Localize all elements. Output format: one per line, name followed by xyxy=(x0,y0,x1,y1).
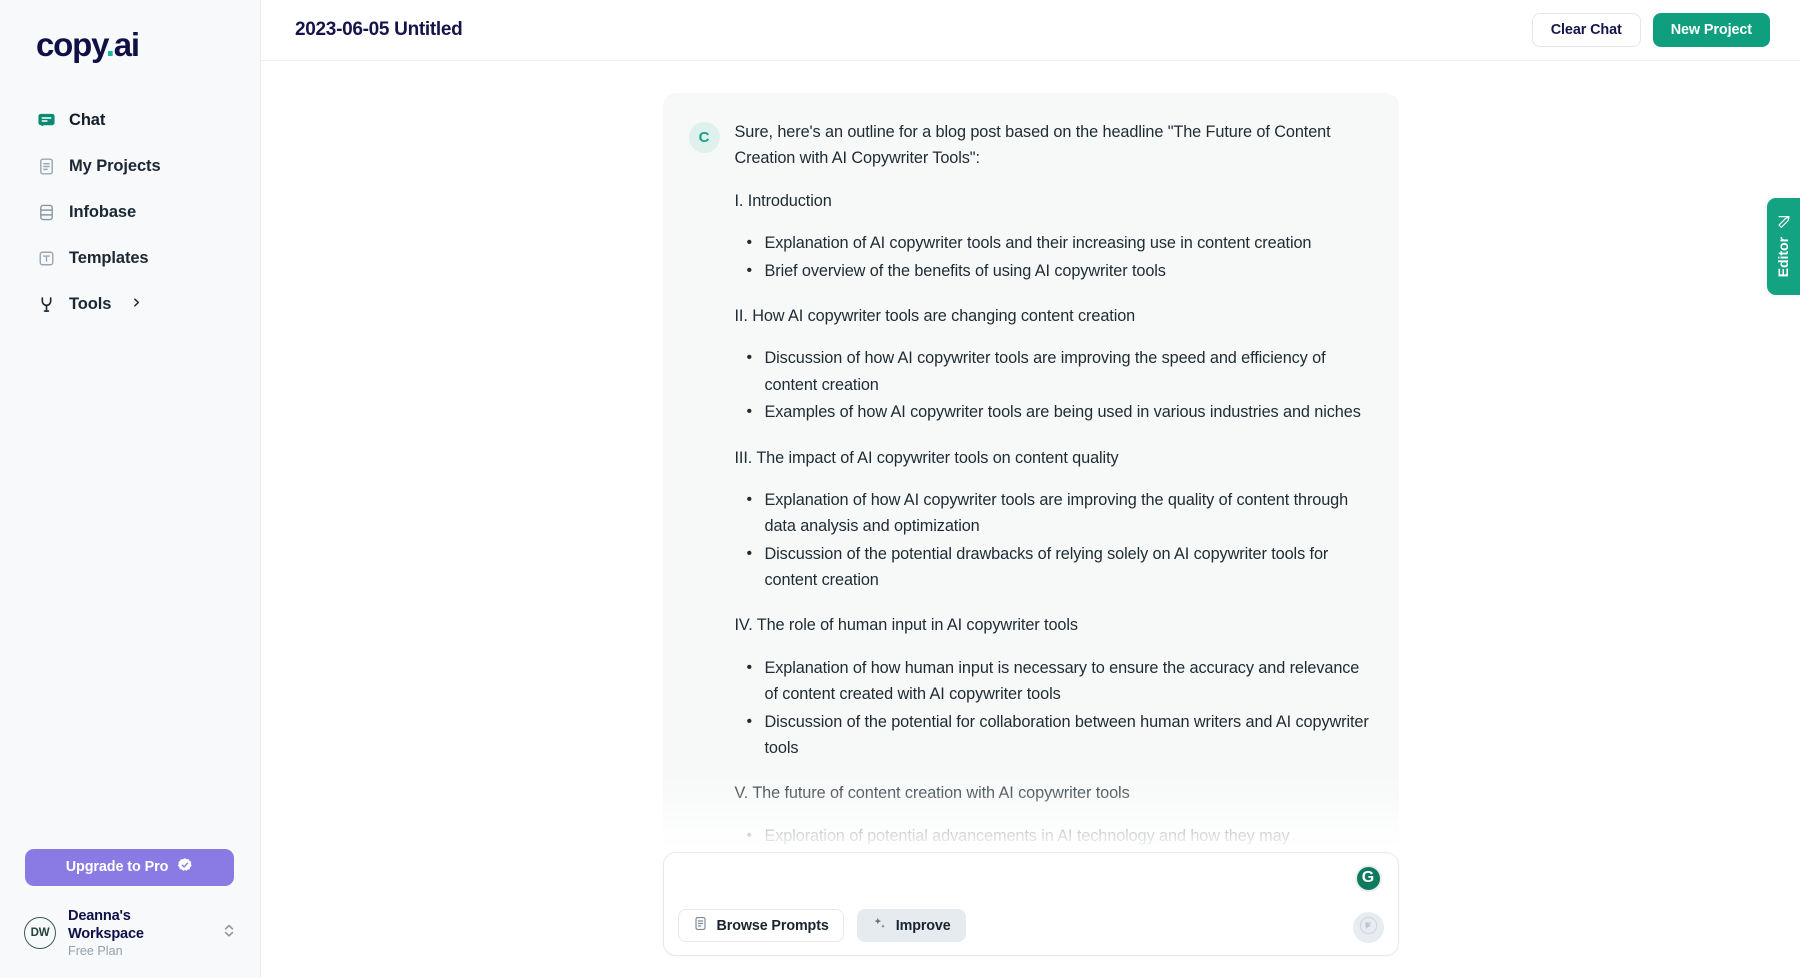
improve-label: Improve xyxy=(895,917,951,934)
composer-tools: Browse Prompts Improve xyxy=(677,909,966,942)
section-bullets: Explanation of how human input is necess… xyxy=(735,655,1373,762)
workspace-switcher[interactable]: DW Deanna's Workspace Free Plan xyxy=(0,907,260,960)
brand-logo[interactable]: copy.ai xyxy=(0,0,260,61)
section-heading: III. The impact of AI copywriter tools o… xyxy=(734,448,1119,467)
sidebar-item-chat[interactable]: Chat xyxy=(0,97,260,143)
list-item: Explanation of how human input is necess… xyxy=(747,655,1373,708)
logo-dot: . xyxy=(105,26,115,63)
list-item: Brief overview of the benefits of using … xyxy=(747,258,1373,284)
document-icon xyxy=(37,157,56,176)
section-bullets: Explanation of how AI copywriter tools a… xyxy=(735,487,1373,594)
verified-badge-icon xyxy=(177,857,193,877)
composer-container: G Browse Prompts Improve xyxy=(662,852,1399,956)
template-icon xyxy=(37,249,56,268)
sidebar-item-infobase[interactable]: Infobase xyxy=(0,189,260,235)
assistant-message: C Sure, here's an outline for a blog pos… xyxy=(662,93,1399,853)
sidebar-item-label: Templates xyxy=(69,248,149,267)
workspace-name: Deanna's Workspace xyxy=(68,907,144,943)
sidebar-item-label: Infobase xyxy=(69,202,137,221)
topbar-actions: Clear Chat New Project xyxy=(1531,13,1770,47)
improve-button[interactable]: Improve xyxy=(856,909,966,942)
app-root: copy.ai Chat My Projects Infobase Templa… xyxy=(0,0,1800,978)
section-heading: II. How AI copywriter tools are changing… xyxy=(734,306,1136,325)
avatar: DW xyxy=(24,917,56,950)
list-item: Discussion of the potential drawbacks of… xyxy=(747,541,1373,594)
sidebar-item-templates[interactable]: Templates xyxy=(0,235,260,281)
browse-prompts-label: Browse Prompts xyxy=(716,917,829,934)
topbar: 2023-06-05 Untitled Clear Chat New Proje… xyxy=(261,0,1800,61)
sidebar-item-my-projects[interactable]: My Projects xyxy=(0,143,260,189)
list-item: Explanation of how AI copywriter tools a… xyxy=(747,487,1373,540)
chevron-up-down-icon xyxy=(222,921,236,945)
sidebar-item-tools[interactable]: Tools xyxy=(0,281,260,327)
list-item: Exploration of potential advancements in… xyxy=(747,823,1373,849)
new-project-button[interactable]: New Project xyxy=(1652,13,1770,47)
composer[interactable]: G Browse Prompts Improve xyxy=(662,852,1399,956)
workspace-text: Deanna's Workspace Free Plan xyxy=(68,907,210,960)
list-item: Discussion of how AI copywriter tools ar… xyxy=(747,345,1373,398)
section-bullets: Explanation of AI copywriter tools and t… xyxy=(735,230,1373,284)
browse-prompts-button[interactable]: Browse Prompts xyxy=(677,909,844,942)
sidebar-item-label: Tools xyxy=(69,294,112,313)
section-heading: IV. The role of human input in AI copywr… xyxy=(734,616,1079,635)
sidebar: copy.ai Chat My Projects Infobase Templa… xyxy=(0,0,261,978)
sidebar-item-label: My Projects xyxy=(69,156,161,175)
list-item: Examples of how AI copywriter tools are … xyxy=(747,399,1373,425)
grammarly-icon[interactable]: G xyxy=(1354,865,1382,892)
section-heading: I. Introduction xyxy=(734,191,832,210)
send-button[interactable] xyxy=(1352,912,1384,943)
database-icon xyxy=(37,203,56,222)
prompts-list-icon xyxy=(693,916,708,935)
chat-bubble-icon xyxy=(37,111,56,130)
tools-icon xyxy=(37,295,56,314)
message-intro: Sure, here's an outline for a blog post … xyxy=(734,123,1331,168)
upgrade-label: Upgrade to Pro xyxy=(65,859,169,876)
list-item: Explanation of AI copywriter tools and t… xyxy=(747,230,1373,256)
workspace-plan: Free Plan xyxy=(68,944,123,959)
chevron-right-icon xyxy=(131,295,142,313)
section-heading: V. The future of content creation with A… xyxy=(734,784,1130,803)
list-item: Discussion of the potential for collabor… xyxy=(747,709,1373,762)
assistant-avatar: C xyxy=(688,122,720,153)
clear-chat-button[interactable]: Clear Chat xyxy=(1531,13,1641,47)
editor-tab-label: Editor xyxy=(1775,237,1792,278)
section-bullets: Discussion of how AI copywriter tools ar… xyxy=(735,345,1373,425)
sidebar-item-label: Chat xyxy=(69,110,106,129)
sparkle-icon xyxy=(872,916,887,935)
upgrade-to-pro-button[interactable]: Upgrade to Pro xyxy=(25,848,234,886)
assistant-message-body: Sure, here's an outline for a blog post … xyxy=(735,119,1373,853)
pencil-icon xyxy=(1776,215,1792,229)
logo-text-suffix: ai xyxy=(113,26,140,63)
logo-text-main: copy xyxy=(36,26,107,63)
main-panel: 2023-06-05 Untitled Clear Chat New Proje… xyxy=(261,0,1800,978)
page-title: 2023-06-05 Untitled xyxy=(295,19,463,40)
send-arrow-icon xyxy=(1359,916,1378,940)
editor-tab[interactable]: Editor xyxy=(1767,198,1800,295)
sidebar-nav: Chat My Projects Infobase Templates Tool… xyxy=(0,97,260,327)
section-bullets: Exploration of potential advancements in… xyxy=(735,823,1373,849)
chat-scroll-area[interactable]: C Sure, here's an outline for a blog pos… xyxy=(261,61,1800,978)
sidebar-footer: Upgrade to Pro DW Deanna's Workspace Fre… xyxy=(0,848,260,978)
